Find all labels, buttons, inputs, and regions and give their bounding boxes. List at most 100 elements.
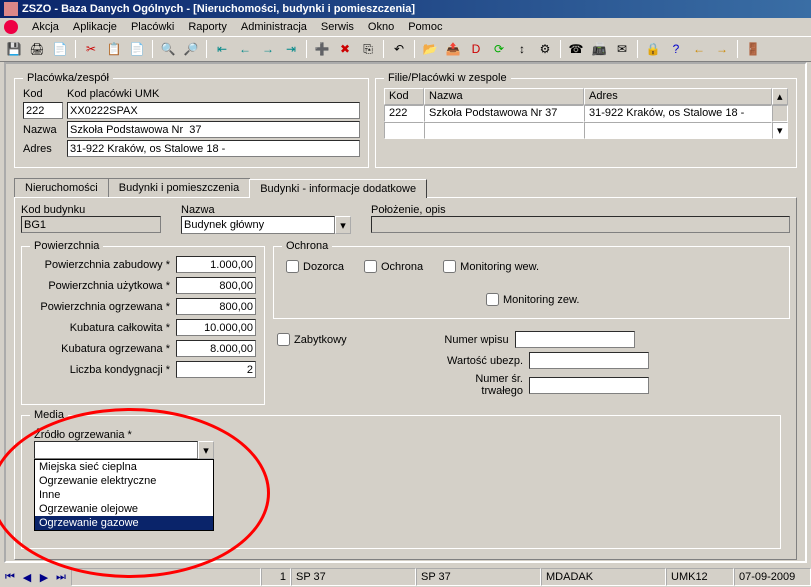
dropdown-option[interactable]: Ogrzewanie olejowe <box>35 502 213 516</box>
dropdown-option[interactable]: Inne <box>35 488 213 502</box>
tool-paste-icon[interactable]: 📄 <box>127 39 147 59</box>
input-nazwa[interactable] <box>67 121 360 138</box>
tool-lock-icon[interactable]: 🔒 <box>643 39 663 59</box>
app-logo-icon <box>4 20 18 34</box>
legend-placowka: Placówka/zespół <box>23 72 113 84</box>
tool-copy-icon[interactable]: 📋 <box>104 39 124 59</box>
input-kub[interactable] <box>176 319 256 336</box>
tool-back-icon[interactable]: ← <box>689 39 709 59</box>
tool-cut-icon[interactable]: ✂ <box>81 39 101 59</box>
tool-next-icon[interactable]: → <box>258 39 278 59</box>
menu-serwis[interactable]: Serwis <box>315 20 360 34</box>
dropdown-zrodlo[interactable]: Miejska sieć cieplnaOgrzewanie elektrycz… <box>34 459 214 531</box>
tool-delete-icon[interactable]: D <box>466 39 486 59</box>
legend-ochrona: Ochrona <box>282 240 332 252</box>
col-kod[interactable]: Kod <box>384 88 424 105</box>
nav-last-icon[interactable]: ⏭ <box>53 569 69 585</box>
tool-prev-icon[interactable]: ← <box>235 39 255 59</box>
tool-print-icon[interactable]: 🖨 <box>27 39 47 59</box>
fieldset-placowka: Placówka/zespół Kod Kod placówki UMK Naz… <box>14 72 369 168</box>
tool-fax-icon[interactable]: 📠 <box>589 39 609 59</box>
nav-next-icon[interactable]: ▶ <box>36 569 52 585</box>
tool-filter-icon[interactable]: ⚙ <box>535 39 555 59</box>
dropdown-option[interactable]: Ogrzewanie elektryczne <box>35 474 213 488</box>
input-pow-zab[interactable] <box>176 256 256 273</box>
scroll-down-icon[interactable]: ▾ <box>772 122 788 139</box>
label-pow-ogr: Powierzchnia ogrzewana * <box>30 301 170 313</box>
label-kubogr: Kubatura ogrzewana * <box>30 343 170 355</box>
tool-del-icon[interactable]: ✖ <box>335 39 355 59</box>
cell-kod: 222 <box>384 105 424 122</box>
check-dozorca[interactable]: Dozorca <box>286 260 344 273</box>
menu-akcja[interactable]: Akcja <box>26 20 65 34</box>
status-sp1: SP 37 <box>291 568 416 586</box>
tab-budynki[interactable]: Budynki i pomieszczenia <box>108 178 250 197</box>
tool-last-icon[interactable]: ⇥ <box>281 39 301 59</box>
tool-fwd-icon[interactable]: → <box>712 39 732 59</box>
tool-phone-icon[interactable]: ☎ <box>566 39 586 59</box>
menu-okno[interactable]: Okno <box>362 20 400 34</box>
menu-placowki[interactable]: Placówki <box>125 20 180 34</box>
input-wartosc[interactable] <box>529 352 649 369</box>
combo-budynek-nazwa[interactable] <box>181 216 335 234</box>
tool-dup-icon[interactable]: ⎘ <box>358 39 378 59</box>
chevron-down-icon[interactable]: ▾ <box>335 216 351 234</box>
dropdown-option[interactable]: Miejska sieć cieplna <box>35 460 213 474</box>
app-icon <box>4 2 18 16</box>
input-pow-uzy[interactable] <box>176 277 256 294</box>
status-empty1 <box>71 568 261 586</box>
check-zabytkowy[interactable]: Zabytkowy <box>277 333 347 346</box>
tool-mail-icon[interactable]: ✉ <box>612 39 632 59</box>
check-ochrona[interactable]: Ochrona <box>364 260 423 273</box>
label-wartosc: Wartość ubezp. <box>433 355 523 367</box>
input-pow-ogr[interactable] <box>176 298 256 315</box>
dropdown-option[interactable]: Ogrzewanie gazowe <box>35 516 213 530</box>
scroll-up-icon[interactable]: ▴ <box>772 88 788 105</box>
status-user: MDADAK <box>541 568 666 586</box>
input-nrwpisu[interactable] <box>515 331 635 348</box>
input-kond[interactable] <box>176 361 256 378</box>
fieldset-filie: Filie/Placówki w zespole Kod Nazwa Adres… <box>375 72 797 168</box>
tool-exit-icon[interactable]: 🚪 <box>743 39 763 59</box>
menu-administracja[interactable]: Administracja <box>235 20 313 34</box>
menu-aplikacje[interactable]: Aplikacje <box>67 20 123 34</box>
table-row[interactable]: 222 Szkoła Podstawowa Nr 37 31-922 Krakó… <box>384 105 788 122</box>
label-kod: Kod <box>23 88 63 100</box>
tab-nieruchomosci[interactable]: Nieruchomości <box>14 178 109 197</box>
tool-export-icon[interactable]: 📤 <box>443 39 463 59</box>
tool-first-icon[interactable]: ⇤ <box>212 39 232 59</box>
tool-search-icon[interactable]: 🔍 <box>158 39 178 59</box>
tool-setup-icon[interactable]: 📄 <box>50 39 70 59</box>
input-kod-budynku[interactable] <box>21 216 161 233</box>
input-nrsr[interactable] <box>529 377 649 394</box>
tool-searchnext-icon[interactable]: 🔎 <box>181 39 201 59</box>
menu-pomoc[interactable]: Pomoc <box>402 20 448 34</box>
input-adres[interactable] <box>67 140 360 157</box>
cell-nazwa: Szkoła Podstawowa Nr 37 <box>424 105 584 122</box>
label-kodumk: Kod placówki UMK <box>67 88 360 100</box>
input-kubogr[interactable] <box>176 340 256 357</box>
tool-open-icon[interactable]: 📂 <box>420 39 440 59</box>
check-monz[interactable]: Monitoring zew. <box>486 293 579 306</box>
chevron-down-icon[interactable]: ▾ <box>198 441 214 459</box>
input-kodumk[interactable] <box>67 102 360 119</box>
tool-save-icon[interactable]: 💾 <box>4 39 24 59</box>
nav-prev-icon[interactable]: ◀ <box>19 569 35 585</box>
tool-sort-icon[interactable]: ↕ <box>512 39 532 59</box>
scroll-track[interactable] <box>772 105 788 122</box>
tool-refresh-icon[interactable]: ⟳ <box>489 39 509 59</box>
tool-add-icon[interactable]: ➕ <box>312 39 332 59</box>
input-polozenie[interactable] <box>371 216 790 233</box>
menu-raporty[interactable]: Raporty <box>182 20 233 34</box>
check-monw[interactable]: Monitoring wew. <box>443 260 539 273</box>
col-adres[interactable]: Adres <box>584 88 772 105</box>
table-row[interactable]: ▾ <box>384 122 788 139</box>
label-nrwpisu: Numer wpisu <box>419 334 509 346</box>
input-kod[interactable] <box>23 102 63 119</box>
nav-first-icon[interactable]: ⏮ <box>2 569 18 585</box>
col-nazwa[interactable]: Nazwa <box>424 88 584 105</box>
tool-undo-icon[interactable]: ↶ <box>389 39 409 59</box>
combo-zrodlo[interactable] <box>34 441 198 459</box>
tab-budynki-info[interactable]: Budynki - informacje dodatkowe <box>249 179 427 198</box>
tool-help-icon[interactable]: ? <box>666 39 686 59</box>
